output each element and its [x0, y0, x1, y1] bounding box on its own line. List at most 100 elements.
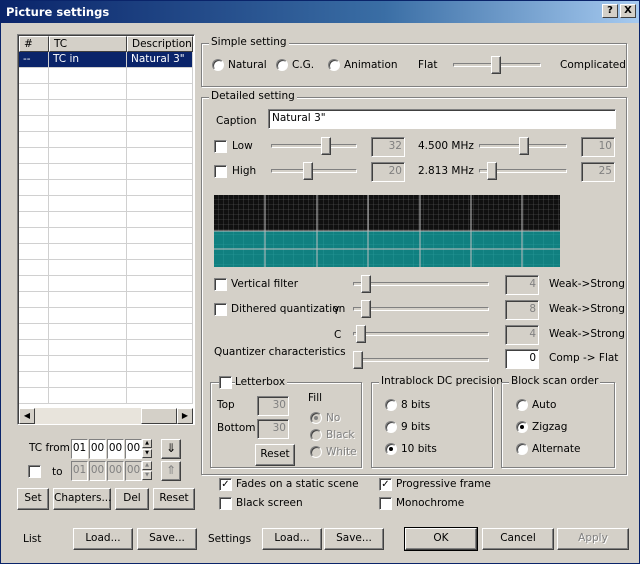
list-cell-empty[interactable]	[49, 260, 127, 276]
set-button[interactable]: Set	[17, 488, 49, 510]
list-cell-empty[interactable]	[49, 356, 127, 372]
settings-save-button[interactable]: Save...	[324, 528, 384, 550]
black-screen-checkbox[interactable]	[219, 497, 232, 510]
list-cell-empty[interactable]	[19, 388, 49, 404]
vertical-filter-slider-thumb[interactable]	[361, 275, 371, 293]
list-cell-empty[interactable]	[19, 324, 49, 340]
list-cell-empty[interactable]	[127, 180, 193, 196]
dithered-c-slider[interactable]	[353, 332, 489, 336]
low-slider-thumb[interactable]	[321, 137, 331, 155]
list-cell-empty[interactable]	[19, 228, 49, 244]
tc-from-ff[interactable]: 00	[125, 439, 142, 459]
col-header-description[interactable]: Description	[127, 36, 193, 52]
list-cell-empty[interactable]	[49, 132, 127, 148]
list-cell-desc[interactable]: Natural 3"	[127, 52, 193, 68]
letterbox-bottom-value[interactable]: 30	[257, 419, 289, 439]
list-cell-empty[interactable]	[127, 340, 193, 356]
list-cell-empty[interactable]	[49, 340, 127, 356]
col-header-tc[interactable]: TC	[49, 36, 127, 52]
dithered-y-slider-thumb[interactable]	[361, 300, 371, 318]
arrow-up-icon[interactable]: ⇑	[161, 461, 181, 481]
tc-to-ss[interactable]: 00	[107, 461, 124, 481]
list-cell-empty[interactable]	[49, 308, 127, 324]
list-cell-empty[interactable]	[127, 356, 193, 372]
col-header-num[interactable]: #	[19, 36, 49, 52]
caption-input[interactable]: Natural 3"	[268, 109, 616, 129]
list-cell-empty[interactable]	[127, 228, 193, 244]
list-cell-empty[interactable]	[127, 196, 193, 212]
del-button[interactable]: Del	[115, 488, 149, 510]
close-icon[interactable]: X	[620, 4, 636, 18]
list-cell-empty[interactable]	[19, 308, 49, 324]
list-cell-empty[interactable]	[127, 372, 193, 388]
list-cell-empty[interactable]	[19, 180, 49, 196]
reset-list-button[interactable]: Reset	[153, 488, 195, 510]
tc-list[interactable]: # TC Description -- TC in Natural 3" ◀ ▶	[17, 34, 195, 425]
list-cell-empty[interactable]	[19, 244, 49, 260]
list-cell-empty[interactable]	[49, 292, 127, 308]
tc-to-mm[interactable]: 00	[89, 461, 106, 481]
list-cell-empty[interactable]	[127, 324, 193, 340]
intrablock-9-radio[interactable]	[385, 421, 397, 433]
low-value2[interactable]: 10	[581, 137, 615, 157]
simple-slider-thumb[interactable]	[491, 56, 501, 74]
list-save-button[interactable]: Save...	[137, 528, 197, 550]
low-checkbox[interactable]	[214, 140, 227, 153]
high-checkbox[interactable]	[214, 165, 227, 178]
list-cell-empty[interactable]	[127, 164, 193, 180]
list-cell-empty[interactable]	[49, 372, 127, 388]
tc-to-hh[interactable]: 01	[71, 461, 88, 481]
scroll-right-icon[interactable]: ▶	[177, 408, 193, 424]
list-cell-empty[interactable]	[19, 356, 49, 372]
list-cell-empty[interactable]	[127, 276, 193, 292]
chapters-button[interactable]: Chapters...	[53, 488, 111, 510]
monochrome-checkbox[interactable]	[379, 497, 392, 510]
tc-to-ff[interactable]: 00	[125, 461, 142, 481]
fill-white-radio[interactable]	[310, 446, 322, 458]
intrablock-10-radio[interactable]	[385, 443, 397, 455]
radio-animation[interactable]	[328, 59, 340, 71]
list-cell-empty[interactable]	[49, 148, 127, 164]
tc-from-mm[interactable]: 00	[89, 439, 106, 459]
help-button[interactable]: ?	[602, 4, 618, 18]
list-cell-empty[interactable]	[49, 388, 127, 404]
letterbox-checkbox[interactable]	[219, 376, 232, 389]
list-cell-empty[interactable]	[127, 308, 193, 324]
list-cell-empty[interactable]	[19, 84, 49, 100]
list-cell-empty[interactable]	[19, 292, 49, 308]
list-cell-empty[interactable]	[127, 260, 193, 276]
list-cell-empty[interactable]	[49, 244, 127, 260]
progressive-checkbox[interactable]: ✓	[379, 478, 392, 491]
tc-from-up-icon[interactable]: ▲	[142, 439, 152, 448]
radio-natural[interactable]	[212, 59, 224, 71]
quantizer-value[interactable]: 0	[505, 349, 539, 369]
scan-alternate-radio[interactable]	[516, 443, 528, 455]
list-cell-empty[interactable]	[49, 196, 127, 212]
list-cell-empty[interactable]	[19, 340, 49, 356]
list-cell-empty[interactable]	[127, 292, 193, 308]
list-cell-empty[interactable]	[49, 100, 127, 116]
high-value2[interactable]: 25	[581, 162, 615, 182]
arrow-down-icon[interactable]: ⇓	[161, 439, 181, 459]
scroll-left-icon[interactable]: ◀	[19, 408, 35, 424]
apply-button[interactable]: Apply	[557, 528, 629, 550]
high-value[interactable]: 20	[371, 162, 405, 182]
tc-to-checkbox[interactable]	[28, 465, 41, 478]
tc-from-ss[interactable]: 00	[107, 439, 124, 459]
list-cell-empty[interactable]	[127, 100, 193, 116]
list-cell-empty[interactable]	[49, 84, 127, 100]
high-slider-thumb[interactable]	[303, 162, 313, 180]
list-load-button[interactable]: Load...	[73, 528, 133, 550]
list-cell-empty[interactable]	[49, 324, 127, 340]
list-cell-empty[interactable]	[49, 116, 127, 132]
list-cell-empty[interactable]	[19, 196, 49, 212]
list-cell-empty[interactable]	[127, 132, 193, 148]
list-cell-empty[interactable]	[127, 68, 193, 84]
dithered-y-slider[interactable]	[353, 307, 489, 311]
high-freq-slider-thumb[interactable]	[487, 162, 497, 180]
list-cell-empty[interactable]	[19, 68, 49, 84]
horizontal-scrollbar[interactable]: ◀ ▶	[19, 408, 193, 424]
low-slider[interactable]	[271, 144, 357, 148]
list-cell-empty[interactable]	[49, 276, 127, 292]
list-cell-empty[interactable]	[49, 212, 127, 228]
